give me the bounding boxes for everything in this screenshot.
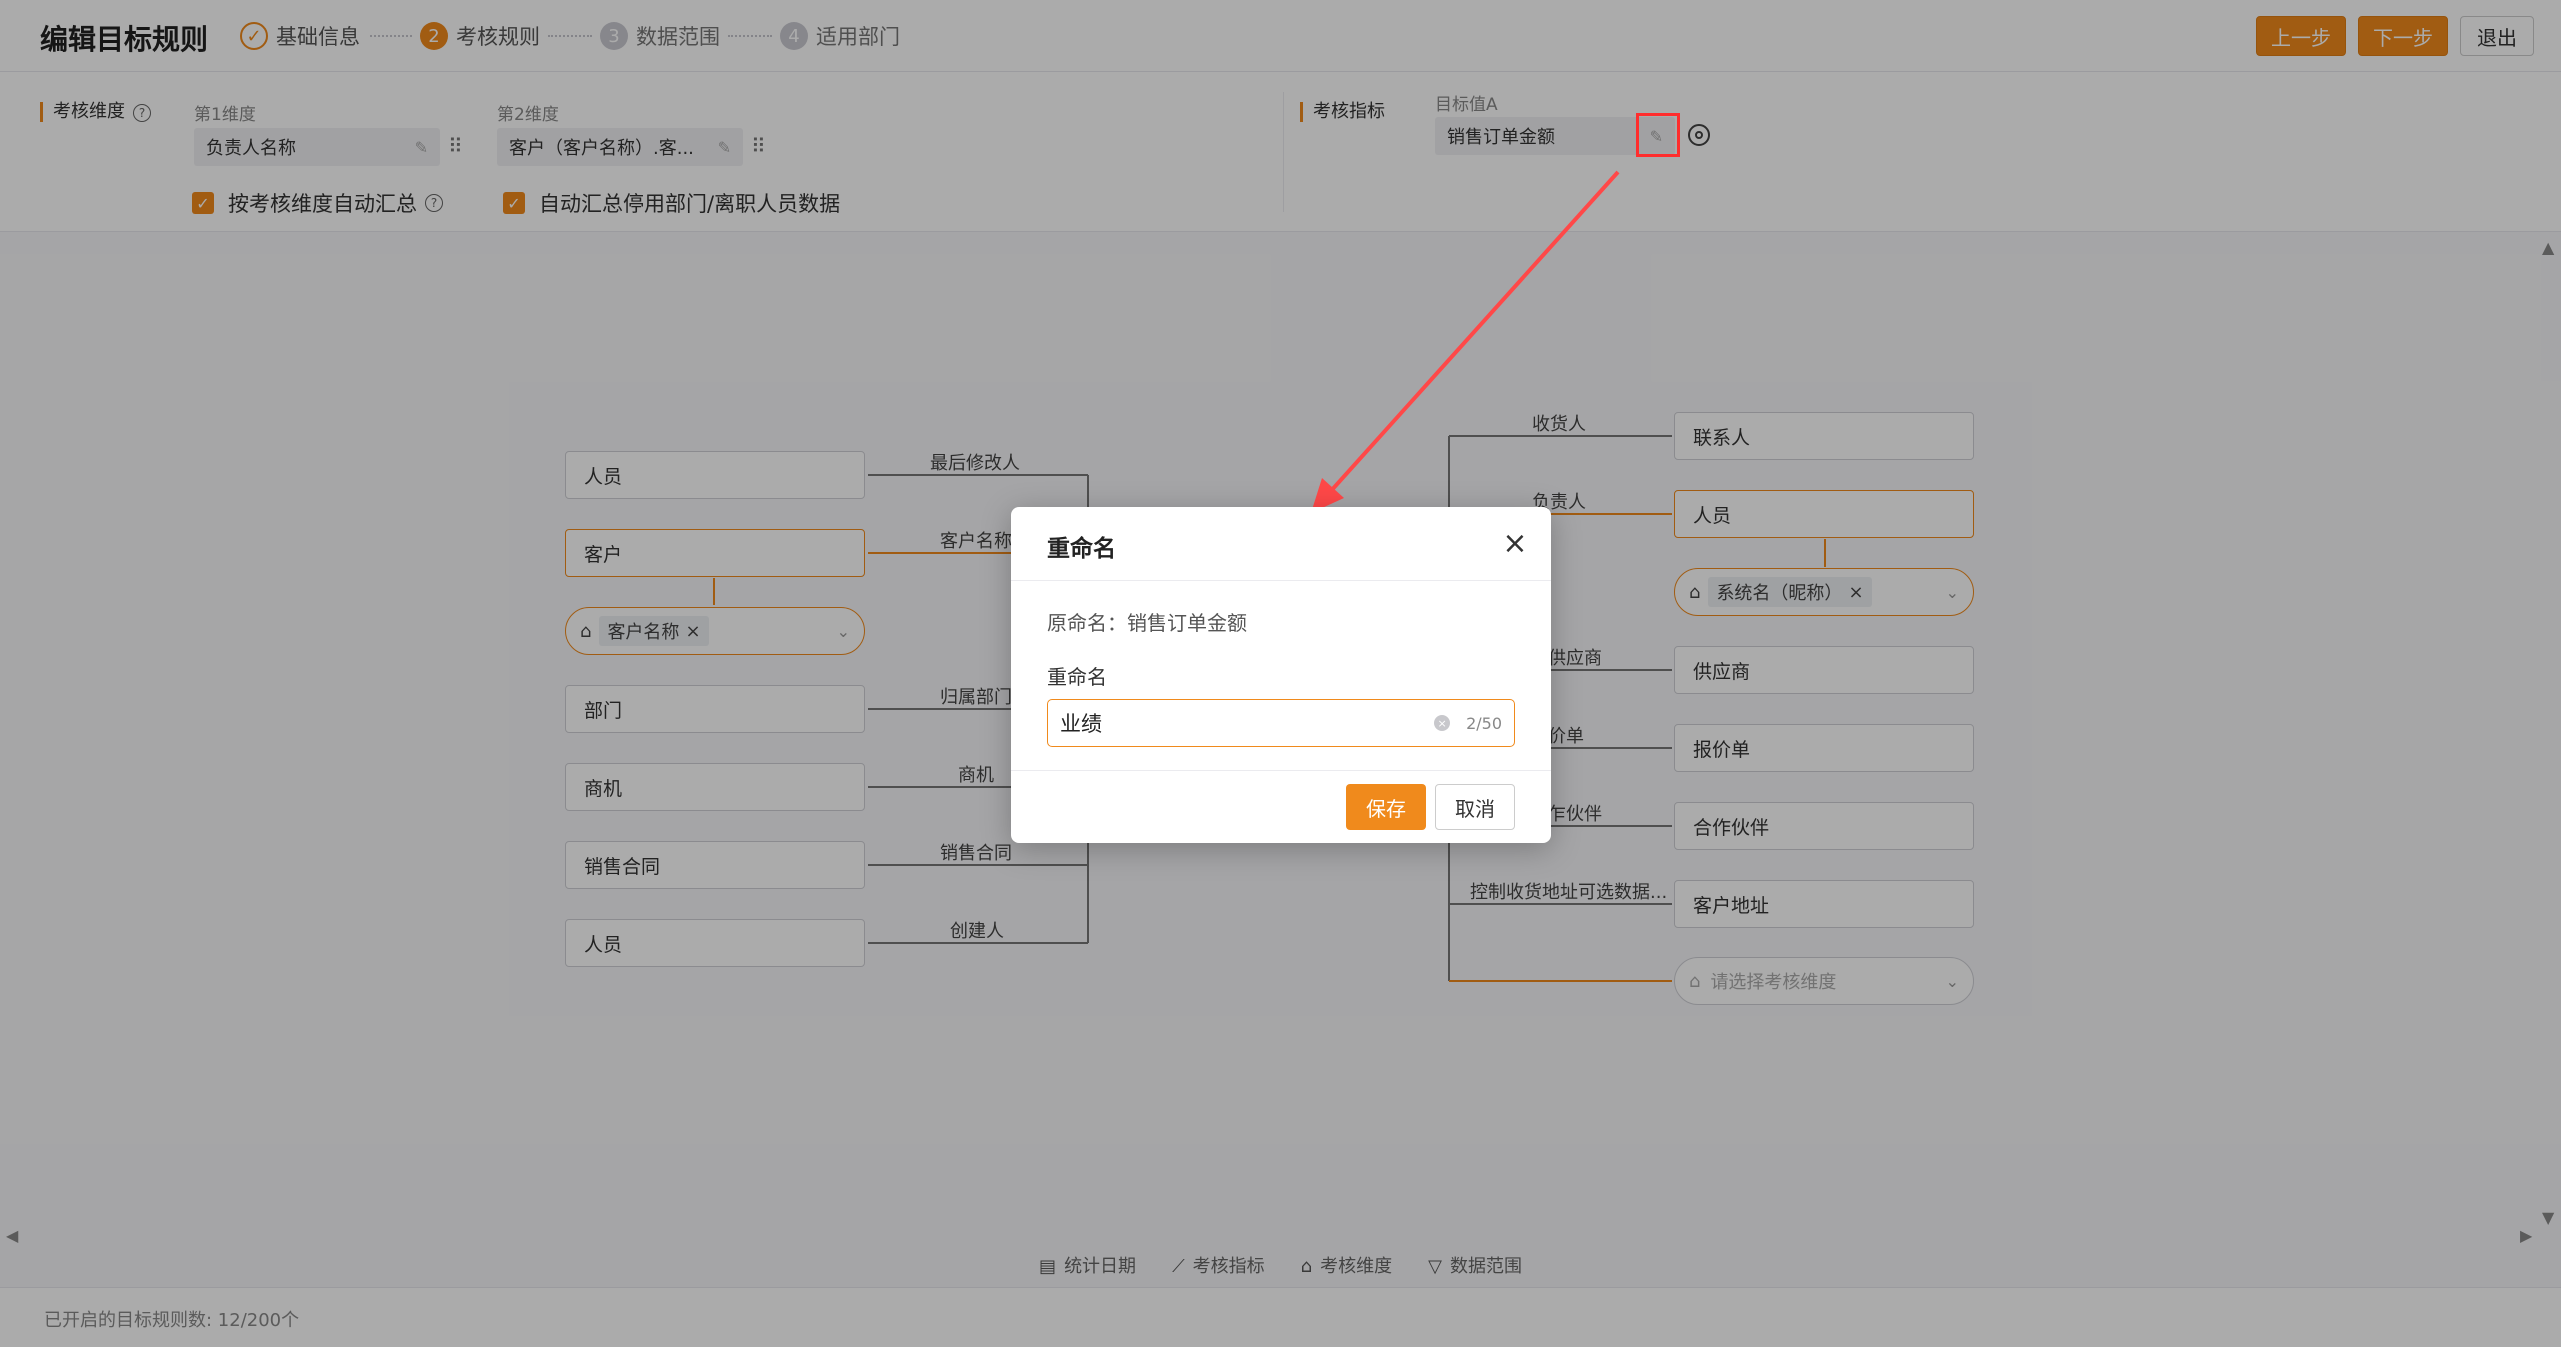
close-icon[interactable]: × (1497, 525, 1533, 561)
rename-label: 重命名 (1047, 665, 1107, 689)
char-counter: 2/50 (1466, 713, 1502, 733)
rename-input[interactable]: 业绩 × 2/50 (1047, 699, 1515, 747)
rename-input-value[interactable]: 业绩 (1060, 708, 1434, 738)
rename-dialog: 重命名 × 原命名：销售订单金额 重命名 业绩 × 2/50 保存 取消 (1011, 507, 1551, 843)
divider (1011, 580, 1551, 581)
original-name-text: 原命名：销售订单金额 (1047, 611, 1247, 635)
dialog-title: 重命名 (1047, 536, 1116, 562)
divider (1011, 770, 1551, 771)
cancel-button[interactable]: 取消 (1435, 784, 1515, 830)
clear-icon[interactable]: × (1434, 715, 1451, 731)
save-button[interactable]: 保存 (1346, 784, 1426, 830)
annotation-highlight-box (1636, 113, 1680, 157)
